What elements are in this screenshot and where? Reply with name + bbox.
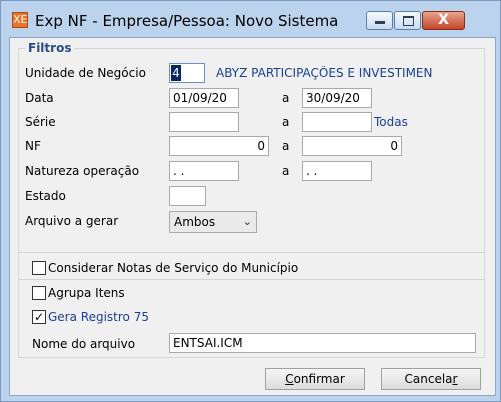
natureza-from-input[interactable]: . . bbox=[169, 161, 239, 181]
arquivo-select[interactable]: Ambos ⌄ bbox=[169, 211, 257, 233]
data-from-input[interactable]: 01/09/20 bbox=[169, 88, 239, 108]
unidade-description: ABYZ PARTICIPAÇÕES E INVESTIMEN bbox=[216, 66, 433, 80]
natureza-label: Natureza operação bbox=[25, 164, 140, 178]
cancelar-prefix: Cancela bbox=[404, 372, 453, 386]
agrupa-label[interactable]: Agrupa Itens bbox=[48, 286, 125, 300]
arquivo-label: Arquivo a gerar bbox=[25, 214, 119, 228]
serie-from-input[interactable] bbox=[169, 112, 239, 132]
maximize-icon bbox=[403, 16, 414, 26]
app-icon[interactable]: XE bbox=[12, 12, 28, 28]
window-title: Exp NF - Empresa/Pessoa: Novo Sistema bbox=[35, 12, 339, 30]
minimize-button[interactable] bbox=[366, 11, 393, 30]
check-icon: ✓ bbox=[33, 310, 45, 324]
serie-label: Série bbox=[25, 115, 56, 129]
confirmar-rest: onfirmar bbox=[293, 372, 345, 386]
natureza-to-input[interactable]: . . bbox=[302, 161, 372, 181]
data-label: Data bbox=[25, 91, 54, 105]
data-separator: a bbox=[282, 91, 290, 105]
confirmar-accel: C bbox=[285, 372, 294, 386]
cancelar-accel: r bbox=[452, 372, 458, 386]
data-to-input[interactable]: 30/09/20 bbox=[302, 88, 372, 108]
dialog-body: Filtros Unidade de Negócio 4 ABYZ PARTIC… bbox=[9, 37, 496, 396]
agrupa-checkbox[interactable] bbox=[32, 286, 46, 300]
filtros-legend: Filtros bbox=[25, 41, 75, 55]
unidade-label: Unidade de Negócio bbox=[25, 66, 146, 80]
estado-input[interactable] bbox=[169, 186, 206, 206]
nf-label: NF bbox=[25, 139, 41, 153]
dialog-window: XE Exp NF - Empresa/Pessoa: Novo Sistema… bbox=[0, 0, 501, 402]
confirmar-button[interactable]: Confirmar bbox=[265, 368, 365, 390]
close-icon: X bbox=[438, 12, 449, 28]
nf-from-input[interactable]: 0 bbox=[169, 136, 269, 156]
gera-checkbox[interactable]: ✓ bbox=[32, 310, 46, 324]
minimize-icon bbox=[375, 21, 385, 24]
chevron-down-icon: ⌄ bbox=[242, 215, 252, 228]
serie-hint: Todas bbox=[374, 115, 408, 129]
nome-arquivo-input[interactable]: ENTSAI.ICM bbox=[169, 333, 476, 353]
nf-separator: a bbox=[282, 139, 290, 153]
natureza-separator: a bbox=[282, 164, 290, 178]
nf-to-input[interactable]: 0 bbox=[302, 136, 402, 156]
serie-to-input[interactable] bbox=[302, 112, 372, 132]
unidade-input[interactable]: 4 bbox=[169, 63, 205, 83]
title-bar[interactable]: XE Exp NF - Empresa/Pessoa: Novo Sistema… bbox=[1, 1, 500, 37]
maximize-button[interactable] bbox=[394, 11, 421, 30]
estado-label: Estado bbox=[25, 189, 66, 203]
arquivo-selected: Ambos bbox=[174, 215, 216, 229]
cancelar-button[interactable]: Cancelar bbox=[381, 368, 481, 390]
considerar-checkbox[interactable] bbox=[32, 261, 46, 275]
serie-separator: a bbox=[282, 115, 290, 129]
close-button[interactable]: X bbox=[422, 11, 465, 30]
app-icon-glyph: XE bbox=[13, 13, 28, 26]
unidade-value: 4 bbox=[171, 65, 181, 81]
considerar-label[interactable]: Considerar Notas de Serviço do Município bbox=[48, 261, 298, 275]
gera-label[interactable]: Gera Registro 75 bbox=[48, 310, 149, 324]
nome-arquivo-label: Nome do arquivo bbox=[32, 337, 136, 351]
